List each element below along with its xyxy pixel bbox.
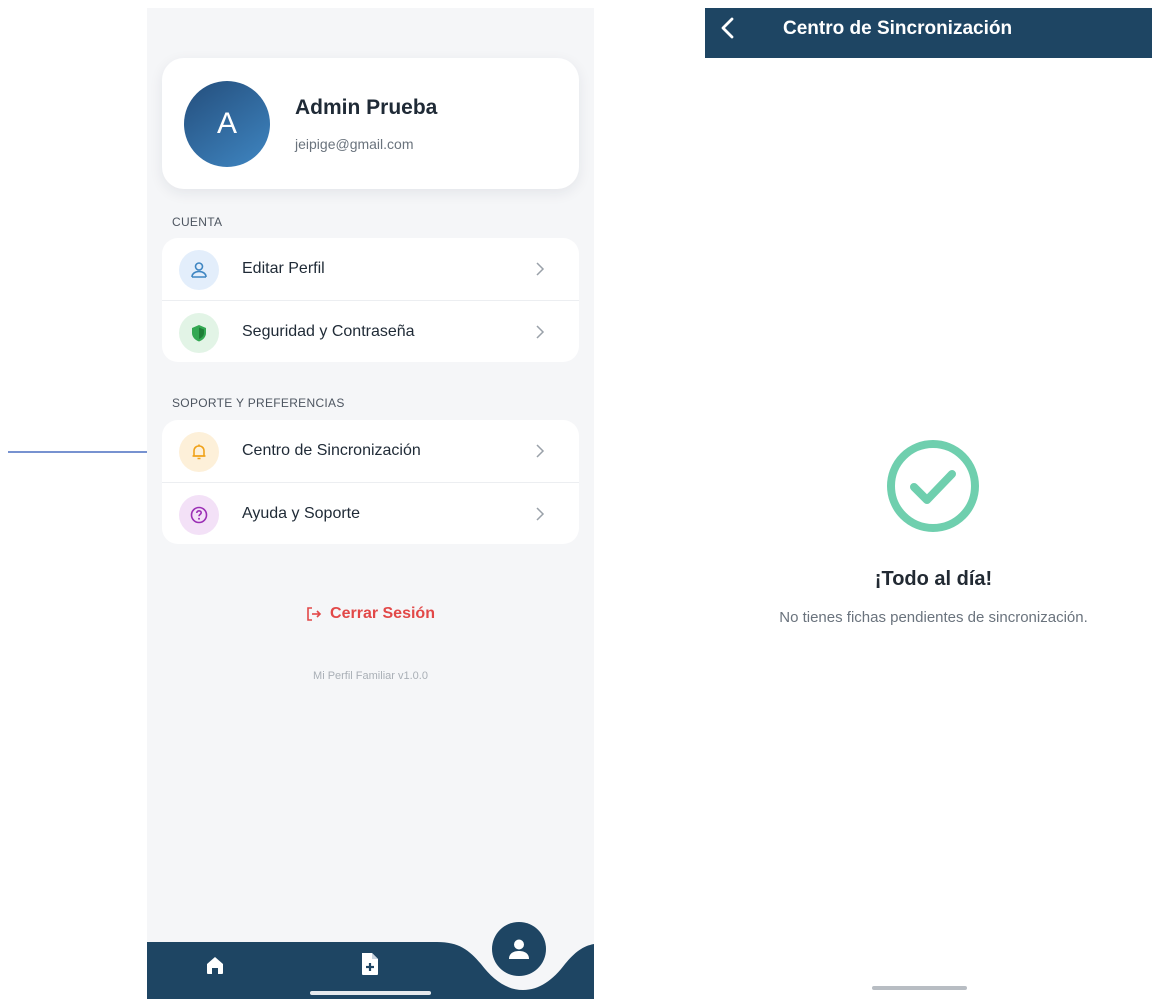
menu-item-label: Centro de Sincronización — [242, 442, 421, 459]
section-title-account: CUENTA — [172, 215, 223, 229]
chevron-right-icon — [536, 507, 545, 521]
chevron-right-icon — [536, 444, 545, 458]
sync-center-screen: Centro de Sincronización ¡Todo al día! N… — [705, 8, 1152, 999]
profile-name: Admin Prueba — [295, 96, 438, 119]
add-document-icon[interactable] — [358, 951, 382, 977]
menu-item-label: Seguridad y Contraseña — [242, 322, 415, 340]
menu-item-label: Ayuda y Soporte — [242, 504, 361, 522]
screenshot-canvas: A Admin Prueba jeipige@gmail.com CUENTA … — [0, 0, 1152, 999]
check-circle-icon — [887, 440, 979, 532]
menu-item-security[interactable]: Seguridad y Contraseña — [162, 300, 579, 362]
home-indicator — [872, 986, 967, 990]
profile-screen: A Admin Prueba jeipige@gmail.com CUENTA … — [147, 8, 594, 999]
status-message: No tienes fichas pendientes de sincroniz… — [779, 609, 1088, 626]
account-group: Editar Perfil Seguridad y Contraseña — [162, 238, 579, 362]
app-header: Centro de Sincronización — [705, 8, 1152, 58]
chevron-right-icon — [536, 325, 545, 339]
avatar: A — [184, 81, 270, 167]
menu-item-label: Editar Perfil — [242, 260, 325, 277]
app-version: Mi Perfil Familiar v1.0.0 — [313, 670, 428, 682]
logout-label: Cerrar Sesión — [330, 605, 435, 622]
profile-nav-button[interactable] — [492, 922, 546, 976]
page-title: Centro de Sincronización — [783, 18, 1013, 39]
bell-icon — [179, 432, 219, 472]
support-group: Centro de Sincronización Ayuda y Soporte — [162, 420, 579, 544]
status-bar — [147, 8, 594, 36]
user-icon — [179, 250, 219, 290]
profile-icon — [509, 939, 529, 959]
home-icon[interactable] — [203, 953, 227, 977]
logout-icon — [307, 607, 322, 621]
menu-item-help[interactable]: Ayuda y Soporte — [162, 482, 579, 544]
profile-card: A Admin Prueba jeipige@gmail.com — [162, 58, 579, 189]
status-title: ¡Todo al día! — [874, 568, 993, 590]
home-indicator — [310, 991, 431, 995]
section-title-support: SOPORTE Y PREFERENCIAS — [172, 396, 345, 410]
shield-icon — [179, 313, 219, 353]
menu-item-edit-profile[interactable]: Editar Perfil — [162, 238, 579, 300]
logout-button[interactable]: Cerrar Sesión — [147, 605, 594, 623]
chevron-right-icon — [536, 262, 545, 276]
back-arrow-icon[interactable] — [715, 15, 741, 41]
profile-email: jeipige@gmail.com — [295, 136, 414, 152]
menu-item-sync-center[interactable]: Centro de Sincronización — [162, 420, 579, 482]
help-icon — [179, 495, 219, 535]
